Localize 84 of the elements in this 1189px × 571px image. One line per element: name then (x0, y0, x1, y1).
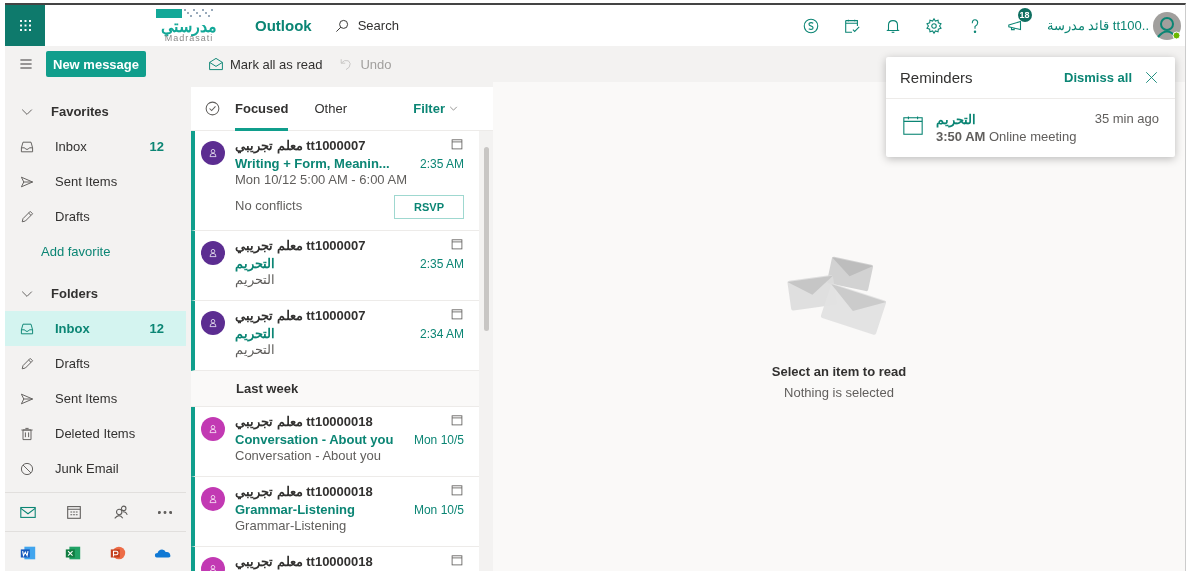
trash-icon (19, 425, 35, 442)
inbox-tab[interactable]: Focused (235, 87, 289, 131)
scrollbar-thumb[interactable] (483, 147, 489, 331)
calendar-icon (450, 553, 464, 567)
message-subject: Conversation - About you (235, 431, 394, 448)
mark-all-read-button[interactable]: Mark all as read (208, 56, 323, 72)
message-time: 2:35 AM (419, 155, 464, 172)
message-subject: Writing + Form, Meanin... (235, 155, 390, 172)
inbox-folder[interactable]: Inbox 12 (5, 129, 186, 164)
reminders-title: Reminders (900, 69, 974, 86)
reminder-age: 35 min ago (1094, 111, 1159, 128)
sender-name: معلم تجريبي tt10000018 (235, 554, 373, 571)
add-favorite-link[interactable]: Add favorite (5, 234, 186, 269)
reminder-subject: التحريم (936, 111, 977, 128)
person-icon (207, 247, 219, 259)
dismiss-all-button[interactable]: Dismiss all (1064, 70, 1132, 85)
person-icon (207, 423, 219, 435)
notification-badge: 18 (1017, 7, 1032, 22)
sent-items-folder[interactable]: Sent Items (5, 164, 186, 199)
section-header[interactable]: Folders (5, 276, 186, 311)
message-time: 2:35 AM (419, 255, 464, 272)
pencil-icon (19, 355, 35, 372)
sender-name: معلم تجريبي tt10000018 (235, 484, 373, 501)
message-preview: Conversation - About you (235, 448, 381, 465)
settings-icon (925, 16, 944, 35)
calendar-icon (450, 307, 464, 321)
app-title[interactable]: Outlook (255, 17, 312, 34)
drafts-folder[interactable]: Drafts (5, 199, 186, 234)
send-icon (19, 390, 35, 407)
empty-state-title: Select an item to read (771, 364, 907, 379)
message-preview: التحريم (235, 342, 275, 359)
scrollbar[interactable] (479, 131, 493, 571)
sender-name: معلم تجريبي tt1000007 (235, 138, 366, 155)
reminder-description: Online meeting (989, 129, 1077, 144)
send-icon (19, 173, 35, 190)
message-subject: التحريم (235, 255, 275, 272)
filter-button[interactable]: Filter (413, 101, 473, 116)
waffle-icon[interactable] (17, 18, 33, 33)
message-time: Mon 10/5 (413, 431, 464, 448)
sent-items-folder[interactable]: Sent Items (5, 381, 186, 416)
inbox-tab[interactable]: Other (314, 87, 347, 131)
calendar-icon (450, 237, 464, 251)
close-button[interactable] (1144, 70, 1159, 85)
calendar-icon (450, 413, 464, 427)
person-icon (207, 317, 219, 329)
avatar-icon[interactable] (1153, 11, 1181, 40)
close-icon (1144, 70, 1159, 85)
message-subject: التحريم (235, 325, 275, 342)
app-launcher-button[interactable] (5, 5, 45, 46)
sender-name: معلم تجريبي tt1000007 (235, 238, 366, 255)
section-header[interactable]: Favorites (5, 94, 186, 129)
message-subject: Grammar-Listening (235, 501, 355, 518)
sender-name: معلم تجريبي tt1000007 (235, 308, 366, 325)
pencil-icon (19, 208, 35, 225)
calendar-icon (65, 503, 84, 521)
more-icon (157, 510, 172, 514)
open-envelope-icon (208, 56, 224, 72)
blocked-icon (19, 460, 35, 477)
message-preview: Grammar-Listening (235, 518, 347, 535)
empty-state-subtitle: Nothing is selected (784, 385, 894, 400)
conflicts-status: No conflicts (235, 198, 303, 215)
group-header: Last week (236, 381, 299, 396)
meeting-time: Mon 10/12 5:00 AM - 6:00 AM (235, 172, 407, 189)
person-icon (207, 493, 219, 505)
search-icon (333, 17, 350, 34)
rsvp-button[interactable]: RSVP (394, 194, 464, 219)
inbox-folder[interactable]: Inbox 12 (5, 311, 186, 346)
reminder-time: 3:50 AM (936, 129, 986, 144)
drafts-folder[interactable]: Drafts (5, 346, 186, 381)
junk-email-folder[interactable]: Junk Email (5, 451, 186, 486)
message-time: 2:34 AM (419, 325, 464, 342)
chat-logo-icon (802, 16, 821, 35)
sender-name: معلم تجريبي tt10000018 (235, 414, 373, 431)
message-preview: التحريم (235, 272, 275, 289)
select-all-icon[interactable] (204, 100, 221, 117)
calendar-icon (902, 115, 924, 137)
search-field[interactable]: Search (333, 17, 399, 34)
menu-icon (17, 56, 34, 72)
person-icon (207, 147, 219, 159)
deleted-items-folder[interactable]: Deleted Items (5, 416, 186, 451)
calendar-icon (450, 137, 464, 151)
calendar-icon (450, 483, 464, 497)
user-name[interactable]: قائد مدرسة tt100.. (1046, 18, 1149, 33)
message-time: Mon 10/5 (413, 501, 464, 518)
